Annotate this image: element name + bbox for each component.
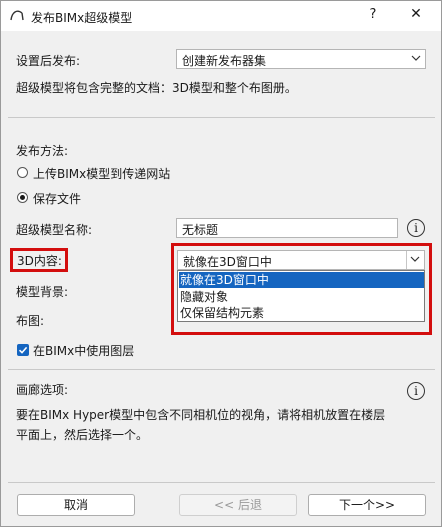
hypermodel-name-label: 超级模型名称: (16, 223, 93, 237)
checkmark-icon (18, 346, 28, 354)
back-button[interactable]: << 后退 (179, 494, 297, 516)
radio-upload[interactable] (17, 167, 28, 178)
title-bar: 发布BIMx超级模型 ? ✕ (1, 1, 441, 31)
gallery-text-line1: 要在BIMx Hyper模型中包含不同相机位的视角，请将相机放置在楼层 (16, 408, 386, 422)
description-text: 超级模型将包含完整的文档：3D模型和整个布图册。 (16, 81, 297, 95)
next-button[interactable]: 下一个>> (308, 494, 426, 516)
publish-after-label: 设置后发布: (16, 54, 81, 68)
close-button[interactable]: ✕ (409, 6, 423, 22)
publish-method-label: 发布方法: (16, 144, 69, 158)
highlight-box-dropdown (171, 243, 432, 335)
radio-upload-label[interactable]: 上传BIMx模型到传递网站 (33, 165, 170, 182)
radio-save-file[interactable] (17, 192, 28, 203)
gallery-text-line2: 平面上，然后选择一个。 (16, 428, 149, 442)
hypermodel-name-value: 无标题 (182, 223, 219, 237)
publish-after-select[interactable]: 创建新发布器集 (176, 49, 426, 69)
info-icon[interactable]: i (407, 219, 425, 237)
separator (8, 369, 435, 370)
archicad-app-icon (10, 10, 24, 21)
info-icon[interactable]: i (407, 382, 425, 400)
use-layers-checkbox[interactable] (17, 344, 29, 356)
publish-after-value: 创建新发布器集 (182, 54, 267, 68)
cancel-button[interactable]: 取消 (17, 494, 135, 516)
use-layers-label[interactable]: 在BIMx中使用图层 (33, 342, 134, 359)
chevron-down-icon (411, 55, 421, 61)
separator (8, 117, 435, 118)
gallery-options-label: 画廊选项: (16, 383, 69, 397)
layout-label: 布图: (16, 314, 45, 328)
separator (8, 482, 435, 483)
help-button[interactable]: ? (366, 7, 380, 22)
window-title: 发布BIMx超级模型 (31, 11, 133, 25)
radio-save-file-label[interactable]: 保存文件 (33, 190, 81, 207)
publish-dialog: 发布BIMx超级模型 ? ✕ 设置后发布: 创建新发布器集 超级模型将包含完整的… (0, 0, 442, 527)
3d-content-label: 3D内容: (17, 254, 62, 268)
hypermodel-name-input[interactable]: 无标题 (176, 218, 398, 238)
model-background-label: 模型背景: (16, 285, 69, 299)
